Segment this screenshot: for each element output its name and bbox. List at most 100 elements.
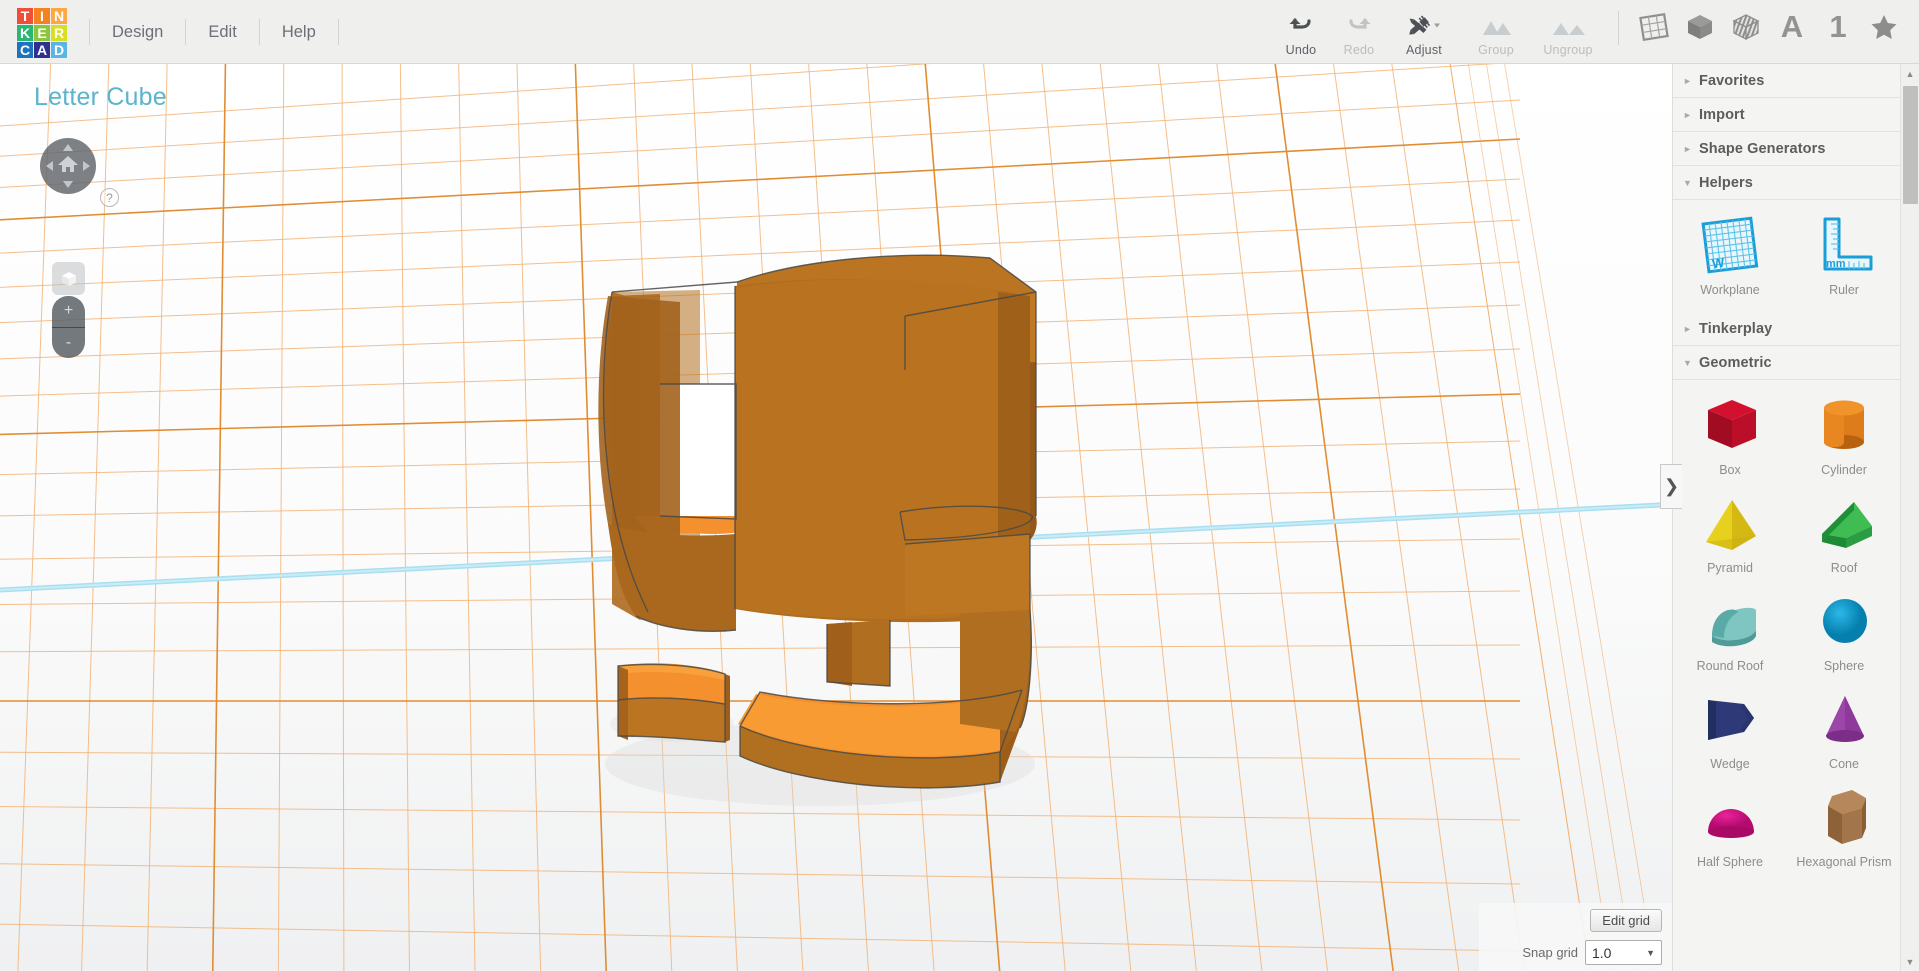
collapse-panel-button[interactable]: ❯ <box>1660 464 1682 509</box>
workplane-shape-icon: W <box>1695 210 1765 282</box>
toolbar-divider <box>1618 11 1619 45</box>
zoom-in-button[interactable]: + <box>52 296 85 328</box>
chevron-right-icon: ► <box>1683 76 1699 86</box>
wedge-shape-icon <box>1694 684 1766 756</box>
home-view-icon[interactable] <box>57 154 79 179</box>
shape-box[interactable]: Box <box>1673 390 1787 488</box>
snap-grid-label: Snap grid <box>1522 945 1578 960</box>
shape-cone[interactable]: Cone <box>1787 684 1901 782</box>
scroll-down-arrow-icon[interactable]: ▼ <box>1901 952 1919 971</box>
workplane-grid <box>0 64 1672 971</box>
toolbar-actions: Undo Redo <box>1272 0 1919 64</box>
shape-hexagonal-prism[interactable]: Hexagonal Prism <box>1787 782 1901 880</box>
shape-roof[interactable]: Roof <box>1787 488 1901 586</box>
group-icon <box>1477 13 1515 40</box>
grid-controls: Edit grid Snap grid 1.0 ▼ <box>1479 903 1672 971</box>
tinkercad-logo[interactable]: TINKERCAD <box>17 8 67 58</box>
zoom-out-button[interactable]: - <box>52 328 85 359</box>
cube-icon <box>60 270 78 288</box>
adjust-label: Adjust <box>1406 43 1442 57</box>
scrollbar-thumb[interactable] <box>1903 86 1918 204</box>
shapes-panel: ► Favorites ► Import ► Shape Generators … <box>1672 64 1919 971</box>
chevron-down-icon: ▼ <box>1683 178 1699 188</box>
undo-label: Undo <box>1286 43 1317 57</box>
adjust-icon <box>1405 13 1443 40</box>
logo-tile-c: C <box>17 42 33 58</box>
workplane-grid-icon[interactable] <box>1631 7 1677 47</box>
number-one-icon[interactable]: 1 <box>1815 7 1861 47</box>
pyramid-shape-icon <box>1694 488 1766 560</box>
undo-button[interactable]: Undo <box>1272 13 1330 59</box>
cylinder-shape-icon <box>1808 390 1880 462</box>
3d-viewport[interactable]: Letter Cube ? + - Edit grid Snap grid 1.… <box>0 64 1672 971</box>
fit-to-view-button[interactable] <box>52 262 85 295</box>
logo-tile-e: E <box>34 25 50 41</box>
undo-icon <box>1288 13 1314 40</box>
nav-right-arrow-icon[interactable] <box>83 161 90 171</box>
logo-tile-k: K <box>17 25 33 41</box>
shape-cylinder[interactable]: Cylinder <box>1787 390 1901 488</box>
nav-down-arrow-icon[interactable] <box>63 181 73 188</box>
model-letter-cube <box>598 244 1036 806</box>
shape-half-sphere[interactable]: Half Sphere <box>1673 782 1787 880</box>
chevron-down-icon: ▼ <box>1683 358 1699 368</box>
box-shape-icon <box>1694 390 1766 462</box>
menu-item-design[interactable]: Design <box>90 0 185 64</box>
shape-round-roof[interactable]: Round Roof <box>1673 586 1787 684</box>
nav-help-icon[interactable]: ? <box>100 188 119 207</box>
striped-cube-icon[interactable] <box>1723 7 1769 47</box>
ungroup-icon <box>1549 13 1587 40</box>
shape-label: Box <box>1719 463 1741 477</box>
scroll-up-arrow-icon[interactable]: ▲ <box>1901 64 1919 83</box>
star-icon[interactable] <box>1861 7 1907 47</box>
ungroup-label: Ungroup <box>1543 43 1592 57</box>
shape-label: Workplane <box>1700 283 1760 297</box>
section-label: Tinkerplay <box>1699 321 1772 337</box>
nav-up-arrow-icon[interactable] <box>63 144 73 151</box>
redo-label: Redo <box>1344 43 1375 57</box>
section-shape-generators[interactable]: ► Shape Generators <box>1673 132 1901 166</box>
section-helpers[interactable]: ▼ Helpers <box>1673 166 1901 200</box>
shape-label: Hexagonal Prism <box>1796 855 1891 869</box>
section-import[interactable]: ► Import <box>1673 98 1901 132</box>
sphere-shape-icon <box>1808 586 1880 658</box>
solid-cube-icon[interactable] <box>1677 7 1723 47</box>
design-title[interactable]: Letter Cube <box>34 83 167 112</box>
shape-sphere[interactable]: Sphere <box>1787 586 1901 684</box>
adjust-button[interactable]: Adjust <box>1388 13 1460 59</box>
zoom-controls[interactable]: + - <box>52 296 85 358</box>
menu-item-edit[interactable]: Edit <box>186 0 258 64</box>
shape-ruler[interactable]: mm Ruler <box>1787 210 1901 308</box>
logo-tile-t: T <box>17 8 33 24</box>
menu-item-help[interactable]: Help <box>260 0 338 64</box>
shape-workplane[interactable]: W Workplane <box>1673 210 1787 308</box>
redo-icon <box>1346 13 1372 40</box>
logo-tile-a: A <box>34 42 50 58</box>
shape-label: Round Roof <box>1697 659 1764 673</box>
shapes-panel-content: ► Favorites ► Import ► Shape Generators … <box>1673 64 1901 971</box>
shape-label: Sphere <box>1824 659 1864 673</box>
redo-button[interactable]: Redo <box>1330 13 1388 59</box>
shape-wedge[interactable]: Wedge <box>1673 684 1787 782</box>
section-geometric[interactable]: ▼ Geometric <box>1673 346 1901 380</box>
view-navigation-pad[interactable] <box>40 138 96 194</box>
shape-label: Cone <box>1829 757 1859 771</box>
shape-pyramid[interactable]: Pyramid <box>1673 488 1787 586</box>
letter-a-icon[interactable]: A <box>1769 7 1815 47</box>
ungroup-button[interactable]: Ungroup <box>1532 13 1604 59</box>
nav-left-arrow-icon[interactable] <box>46 161 53 171</box>
snap-grid-select[interactable]: 1.0 ▼ <box>1585 940 1662 965</box>
shape-label: Cylinder <box>1821 463 1867 477</box>
edit-grid-button[interactable]: Edit grid <box>1590 909 1662 932</box>
logo-tile-d: D <box>51 42 67 58</box>
section-favorites[interactable]: ► Favorites <box>1673 64 1901 98</box>
ruler-shape-icon: mm <box>1809 210 1879 282</box>
section-tinkerplay[interactable]: ► Tinkerplay <box>1673 312 1901 346</box>
panel-scrollbar[interactable]: ▲ ▼ <box>1900 64 1919 971</box>
section-label: Favorites <box>1699 73 1764 89</box>
chevron-right-icon: ► <box>1683 110 1699 120</box>
logo-tile-n: N <box>51 8 67 24</box>
group-button[interactable]: Group <box>1460 13 1532 59</box>
chevron-right-icon: ► <box>1683 144 1699 154</box>
logo-tile-i: I <box>34 8 50 24</box>
